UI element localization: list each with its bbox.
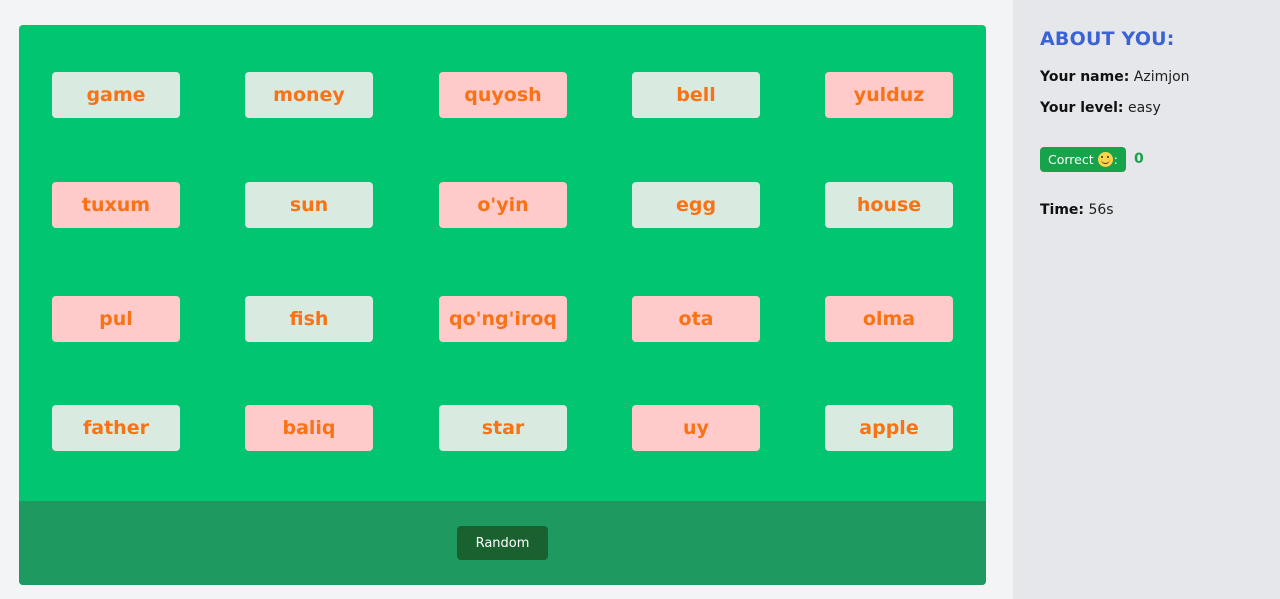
word-card[interactable]: fish [245,296,373,342]
correct-label: Correct [1048,152,1094,167]
word-card[interactable]: o'yin [439,182,567,228]
about-title: ABOUT YOU: [1040,28,1175,50]
level-value: easy [1127,100,1161,116]
correct-count: 0 [1134,151,1144,167]
correct-suffix: : [1113,152,1118,167]
word-card[interactable]: uy [632,405,760,451]
word-card[interactable]: pul [52,296,180,342]
random-button[interactable]: Random [457,526,548,560]
word-card[interactable]: olma [825,296,953,342]
game-board: game money quyosh bell yulduz tuxum sun o'yin eg… [19,25,986,585]
word-card[interactable]: house [825,182,953,228]
word-card[interactable]: baliq [245,405,373,451]
time-value: 56s [1088,202,1114,218]
word-card[interactable]: yulduz [825,72,953,118]
word-card[interactable]: ota [632,296,760,342]
word-card[interactable]: apple [825,405,953,451]
level-label: Your level: [1040,100,1124,116]
sidebar: ABOUT YOU: Your name: Azimjon Your level… [1013,0,1280,599]
word-card[interactable]: qo'ng'iroq [439,296,567,342]
name-value: Azimjon [1133,69,1190,85]
board-footer: Random [19,501,986,585]
word-card[interactable]: sun [245,182,373,228]
correct-badge: Correct : [1040,147,1126,172]
time-label: Time: [1040,202,1085,218]
card-grid: game money quyosh bell yulduz tuxum sun o'yin eg… [19,25,986,501]
word-card[interactable]: money [245,72,373,118]
word-card[interactable]: star [439,405,567,451]
name-line: Your name: Azimjon [1040,69,1190,85]
word-card[interactable]: game [52,72,180,118]
level-line: Your level: easy [1040,100,1161,116]
word-card[interactable]: bell [632,72,760,118]
name-label: Your name: [1040,69,1130,85]
smile-icon [1097,152,1113,167]
word-card[interactable]: tuxum [52,182,180,228]
time-line: Time: 56s [1040,202,1114,218]
word-card[interactable]: egg [632,182,760,228]
word-card[interactable]: quyosh [439,72,567,118]
word-card[interactable]: father [52,405,180,451]
